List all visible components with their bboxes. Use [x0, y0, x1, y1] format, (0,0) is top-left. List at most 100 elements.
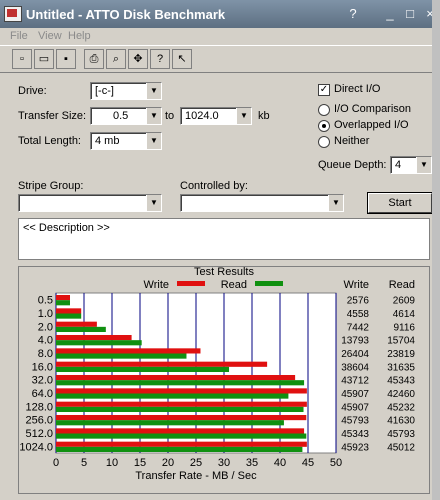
kb-label: kb	[258, 110, 270, 122]
read-bar	[56, 366, 230, 372]
context-help-icon[interactable]: ↖	[172, 49, 192, 69]
neither-radio[interactable]	[318, 136, 330, 148]
transfer-to-value: 1024.0	[185, 110, 219, 122]
write-bar	[56, 388, 307, 394]
controlled-by-label: Controlled by:	[180, 180, 248, 192]
io-comparison-label: I/O Comparison	[334, 103, 412, 115]
write-bar	[56, 401, 307, 407]
title-bar[interactable]: Untitled - ATTO Disk Benchmark ? _ □ ×	[0, 0, 440, 28]
write-bar	[56, 348, 201, 354]
x-tick-label: 40	[274, 457, 286, 469]
total-length-value: 4 mb	[95, 135, 120, 147]
menu-help[interactable]: Help	[68, 30, 91, 42]
read-value: 31635	[387, 362, 415, 373]
start-button[interactable]: Start	[367, 192, 433, 214]
direct-io-checkbox[interactable]: ✓	[318, 84, 330, 96]
y-tick-label: 4.0	[38, 335, 53, 347]
move-icon[interactable]: ✥	[128, 49, 148, 69]
chart-title: Test Results	[194, 267, 254, 278]
y-tick-label: 256.0	[25, 415, 53, 427]
write-value: 13793	[341, 336, 369, 347]
x-tick-label: 45	[302, 457, 314, 469]
write-value: 45907	[341, 402, 369, 413]
write-bar	[56, 428, 305, 434]
direct-io-label: Direct I/O	[334, 83, 381, 95]
total-length-select[interactable]: 4 mb ▼	[90, 132, 162, 150]
read-value: 9116	[393, 322, 415, 333]
x-tick-label: 10	[106, 457, 118, 469]
write-value: 38604	[341, 362, 369, 373]
scrollbar[interactable]	[432, 0, 440, 500]
y-tick-label: 1.0	[38, 308, 53, 320]
read-bar	[56, 300, 70, 306]
drive-select[interactable]: [-c-] ▼	[90, 82, 162, 100]
chevron-down-icon[interactable]: ▼	[328, 195, 343, 211]
neither-label: Neither	[334, 135, 370, 147]
overlapped-io-label: Overlapped I/O	[334, 119, 409, 131]
print-preview-icon[interactable]: ⌕	[106, 49, 126, 69]
x-tick-label: 0	[53, 457, 59, 469]
write-bar	[56, 321, 97, 327]
chevron-down-icon[interactable]: ▼	[146, 133, 161, 149]
y-tick-label: 0.5	[38, 295, 53, 307]
x-tick-label: 5	[81, 457, 87, 469]
write-column-header: Write	[344, 279, 369, 291]
read-bar	[56, 340, 142, 346]
overlapped-io-radio[interactable]	[318, 120, 330, 132]
transfer-from-select[interactable]: 0.5 ▼	[90, 107, 162, 125]
description-field[interactable]: << Description >>	[18, 218, 430, 260]
y-tick-label: 128.0	[25, 401, 53, 413]
queue-depth-select[interactable]: 4 ▼	[390, 156, 432, 174]
write-value: 7442	[347, 322, 370, 333]
transfer-to-select[interactable]: 1024.0 ▼	[180, 107, 252, 125]
write-value: 43712	[341, 376, 369, 387]
menu-bar: File View Help	[0, 28, 440, 45]
read-value: 23819	[387, 349, 415, 360]
menu-file[interactable]: File	[10, 30, 28, 42]
new-icon[interactable]: ▫	[12, 49, 32, 69]
help-icon[interactable]: ?	[150, 49, 170, 69]
queue-depth-label: Queue Depth:	[318, 159, 387, 171]
chevron-down-icon[interactable]: ▼	[236, 108, 251, 124]
write-bar	[56, 375, 296, 381]
maximize-icon[interactable]: □	[400, 5, 420, 23]
x-tick-label: 50	[330, 457, 342, 469]
read-value: 42460	[387, 389, 415, 400]
app-icon	[4, 6, 22, 22]
chevron-down-icon[interactable]: ▼	[146, 83, 161, 99]
read-bar	[56, 393, 289, 399]
write-value: 45793	[341, 416, 369, 427]
open-icon[interactable]: ▭	[34, 49, 54, 69]
save-icon[interactable]: ▪	[56, 49, 76, 69]
write-bar	[56, 441, 307, 447]
read-bar	[56, 353, 187, 359]
x-tick-label: 30	[218, 457, 230, 469]
legend-write-swatch	[177, 281, 205, 286]
y-tick-label: 2.0	[38, 321, 53, 333]
x-tick-label: 20	[162, 457, 174, 469]
io-comparison-radio[interactable]	[318, 104, 330, 116]
chevron-down-icon[interactable]: ▼	[146, 108, 161, 124]
y-tick-label: 64.0	[32, 388, 53, 400]
x-axis-label: Transfer Rate - MB / Sec	[135, 470, 257, 482]
read-value: 15704	[387, 336, 415, 347]
legend-write-label: Write	[144, 279, 169, 291]
help-icon[interactable]: ?	[343, 5, 363, 23]
menu-view[interactable]: View	[38, 30, 62, 42]
chevron-down-icon[interactable]: ▼	[416, 157, 431, 173]
read-bar	[56, 420, 284, 426]
minimize-icon[interactable]: _	[380, 5, 400, 23]
results-panel: Test Results Write Read Write Read 0 5 10 15 20 25…	[18, 266, 430, 494]
read-value: 45012	[387, 442, 415, 453]
y-tick-label: 512.0	[25, 428, 53, 440]
chevron-down-icon[interactable]: ▼	[146, 195, 161, 211]
print-icon[interactable]: ⎙	[84, 49, 104, 69]
legend-read-swatch	[255, 281, 283, 286]
read-bar	[56, 446, 303, 452]
write-bar	[56, 361, 268, 367]
write-value: 26404	[341, 349, 369, 360]
read-value: 4614	[393, 309, 416, 320]
stripe-group-select[interactable]: ▼	[18, 194, 162, 212]
write-bar	[56, 295, 70, 301]
controlled-by-select[interactable]: ▼	[180, 194, 344, 212]
